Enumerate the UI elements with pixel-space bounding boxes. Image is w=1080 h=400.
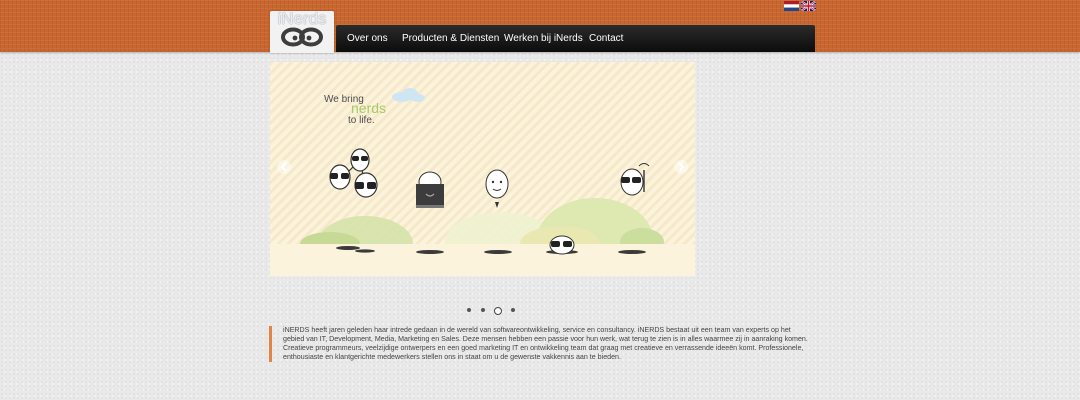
slide-tagline-line3: to life. <box>348 115 375 126</box>
slide-tagline-highlight: nerds <box>351 100 387 116</box>
intro-block: iNERDS heeft jaren geleden haar intrede … <box>269 326 812 362</box>
slider-dot-2[interactable] <box>481 308 485 312</box>
nav-producten-diensten[interactable]: Producten & Diensten <box>402 25 499 52</box>
hero-slider[interactable]: We bring nerds to life. <box>270 62 695 276</box>
nav-contact[interactable]: Contact <box>589 25 623 52</box>
united-kingdom-flag-icon[interactable] <box>801 1 816 11</box>
nav-over-ons[interactable]: Over ons <box>347 25 388 52</box>
slider-dot-4[interactable] <box>511 308 515 312</box>
slider-dot-3-active[interactable] <box>494 307 502 315</box>
slider-dot-1[interactable] <box>467 308 471 312</box>
netherlands-flag-icon[interactable] <box>784 1 799 11</box>
nav-werken-bij-inerds[interactable]: Werken bij iNerds <box>504 25 583 52</box>
intro-paragraph: iNERDS heeft jaren geleden haar intrede … <box>283 326 808 362</box>
glasses-logo-icon <box>281 27 323 47</box>
chevron-right-icon[interactable] <box>673 159 689 175</box>
main-navigation: Over ons Producten & Diensten Werken bij… <box>336 25 815 52</box>
language-switcher <box>784 1 816 11</box>
slider-pagination <box>462 306 520 316</box>
chevron-left-icon[interactable] <box>276 159 292 175</box>
site-logo[interactable]: iNerds <box>270 9 334 53</box>
logo-wordmark: iNerds <box>277 9 327 28</box>
